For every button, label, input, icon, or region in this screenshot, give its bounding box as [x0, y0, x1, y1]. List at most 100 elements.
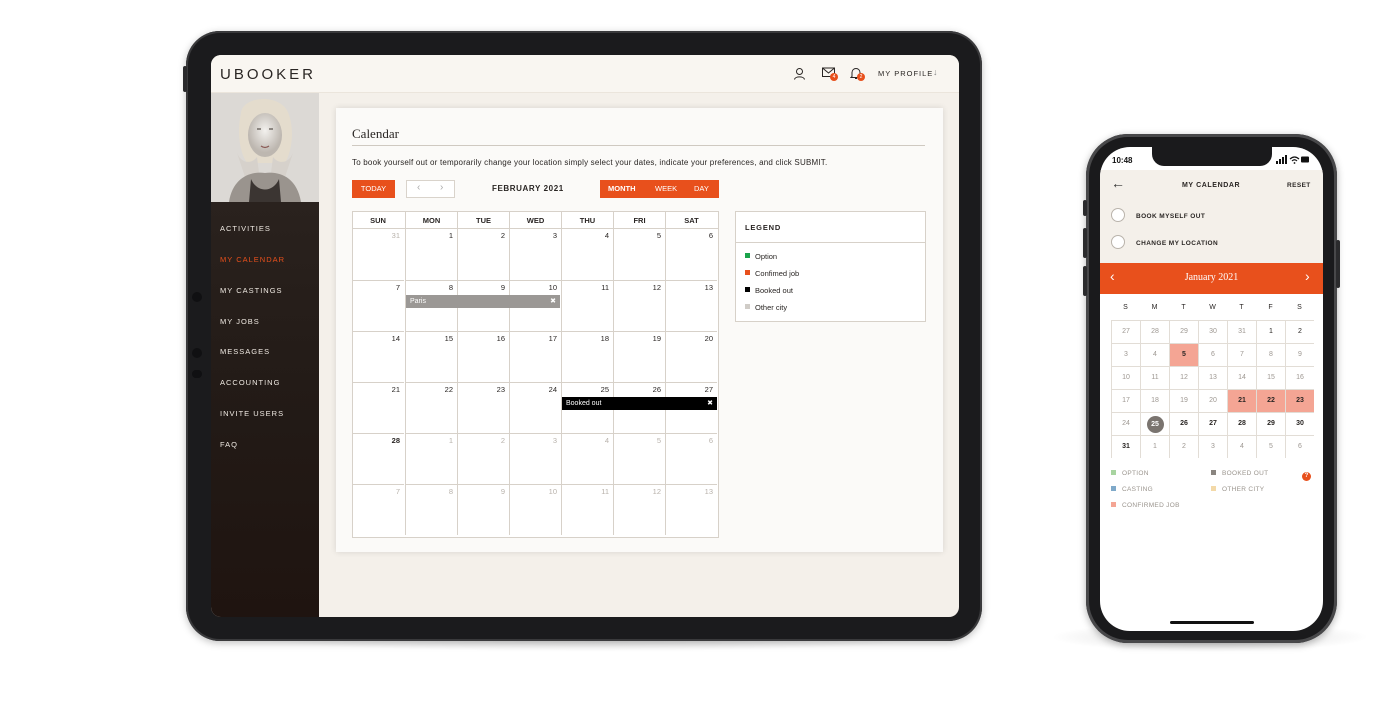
event-paris[interactable]: Paris ✖	[406, 295, 560, 308]
phone-day-cell[interactable]: 28	[1140, 320, 1169, 343]
phone-day-cell[interactable]: 2	[1169, 435, 1198, 458]
calendar-day-cell[interactable]: 7	[352, 280, 404, 331]
phone-day-cell[interactable]: 23	[1285, 389, 1314, 412]
phone-day-cell[interactable]: 27	[1198, 412, 1227, 435]
calendar-day-cell[interactable]: 2	[457, 229, 509, 280]
calendar-day-cell[interactable]: 21	[352, 382, 404, 433]
calendar-day-cell[interactable]: 4	[561, 229, 613, 280]
arrow-down-icon[interactable]: ↓	[933, 67, 938, 77]
calendar-day-cell[interactable]: 20	[665, 331, 717, 382]
brand-logo[interactable]: UBOOKER	[220, 66, 316, 83]
calendar-day-cell[interactable]: 2	[457, 433, 509, 484]
phone-day-cell[interactable]: 2	[1285, 320, 1314, 343]
user-icon[interactable]	[792, 67, 806, 81]
sidebar-item-my-calendar[interactable]: MY CALENDAR	[220, 255, 285, 264]
phone-prev-month[interactable]: ‹	[1110, 268, 1115, 284]
calendar-day-cell[interactable]: 13	[665, 280, 717, 331]
calendar-day-cell[interactable]: 5	[613, 433, 665, 484]
phone-day-cell[interactable]: 21	[1227, 389, 1256, 412]
calendar-day-cell[interactable]: 1	[405, 433, 457, 484]
book-myself-out-label[interactable]: BOOK MYSELF OUT	[1136, 213, 1205, 220]
phone-day-cell[interactable]: 6	[1198, 343, 1227, 366]
book-myself-out-radio[interactable]	[1111, 208, 1125, 222]
next-month-button[interactable]: ›	[440, 182, 443, 193]
calendar-day-cell[interactable]: 23	[457, 382, 509, 433]
calendar-day-cell[interactable]: 3	[509, 229, 561, 280]
calendar-day-cell[interactable]: 12	[613, 280, 665, 331]
phone-day-cell[interactable]: 4	[1227, 435, 1256, 458]
phone-day-cell[interactable]: 30	[1198, 320, 1227, 343]
phone-day-cell[interactable]: 20	[1198, 389, 1227, 412]
phone-day-cell[interactable]: 26	[1169, 412, 1198, 435]
back-arrow-icon[interactable]: ←	[1111, 175, 1125, 191]
phone-day-cell[interactable]: 29	[1169, 320, 1198, 343]
view-day-button[interactable]: DAY	[694, 180, 709, 198]
sidebar-item-invite-users[interactable]: INVITE USERS	[220, 409, 284, 418]
phone-day-cell[interactable]: 15	[1256, 366, 1285, 389]
calendar-day-cell[interactable]: 13	[665, 484, 717, 535]
change-location-label[interactable]: CHANGE MY LOCATION	[1136, 240, 1218, 247]
phone-day-cell[interactable]: 3	[1198, 435, 1227, 458]
sidebar-item-messages[interactable]: MESSAGES	[220, 347, 270, 356]
phone-day-cell[interactable]: 30	[1285, 412, 1314, 435]
phone-day-cell[interactable]: 1	[1256, 320, 1285, 343]
phone-day-cell[interactable]: 14	[1227, 366, 1256, 389]
calendar-day-cell[interactable]: 1	[405, 229, 457, 280]
calendar-day-cell[interactable]: 28	[352, 433, 404, 484]
close-icon[interactable]: ✖	[707, 397, 713, 410]
phone-day-cell[interactable]: 29	[1256, 412, 1285, 435]
sidebar-item-faq[interactable]: FAQ	[220, 440, 238, 449]
calendar-day-cell[interactable]: 6	[665, 433, 717, 484]
calendar-day-cell[interactable]: 7	[352, 484, 404, 535]
calendar-day-cell[interactable]: 22	[405, 382, 457, 433]
calendar-day-cell[interactable]: 17	[509, 331, 561, 382]
help-badge[interactable]: ?	[1302, 472, 1311, 481]
phone-day-cell[interactable]: 16	[1285, 366, 1314, 389]
calendar-day-cell[interactable]: 19	[613, 331, 665, 382]
calendar-day-cell[interactable]: 6	[665, 229, 717, 280]
my-profile-link[interactable]: MY PROFILE	[878, 69, 933, 78]
calendar-day-cell[interactable]: 31	[352, 229, 404, 280]
calendar-day-cell[interactable]: 18	[561, 331, 613, 382]
phone-day-cell[interactable]: 9	[1285, 343, 1314, 366]
phone-day-cell[interactable]: 12	[1169, 366, 1198, 389]
phone-day-cell[interactable]: 31	[1111, 435, 1140, 458]
calendar-day-cell[interactable]: 12	[613, 484, 665, 535]
calendar-day-cell[interactable]: 11	[561, 484, 613, 535]
phone-next-month[interactable]: ›	[1305, 268, 1310, 284]
sidebar-item-activities[interactable]: ACTIVITIES	[220, 224, 271, 233]
phone-day-cell[interactable]: 31	[1227, 320, 1256, 343]
phone-day-cell[interactable]: 28	[1227, 412, 1256, 435]
phone-day-cell[interactable]: 18	[1140, 389, 1169, 412]
reset-button[interactable]: RESET	[1287, 182, 1311, 189]
calendar-day-cell[interactable]: 9	[457, 484, 509, 535]
phone-day-cell[interactable]: 6	[1285, 435, 1314, 458]
calendar-day-cell[interactable]: 14	[352, 331, 404, 382]
phone-day-cell[interactable]: 22	[1256, 389, 1285, 412]
calendar-day-cell[interactable]: 5	[613, 229, 665, 280]
phone-day-cell[interactable]: 4	[1140, 343, 1169, 366]
change-location-radio[interactable]	[1111, 235, 1125, 249]
phone-day-cell[interactable]: 13	[1198, 366, 1227, 389]
calendar-day-cell[interactable]: 8	[405, 484, 457, 535]
sidebar-item-my-jobs[interactable]: MY JOBS	[220, 317, 260, 326]
view-month-button[interactable]: MONTH	[608, 180, 636, 198]
calendar-day-cell[interactable]: 15	[405, 331, 457, 382]
calendar-day-cell[interactable]: 11	[561, 280, 613, 331]
phone-day-cell[interactable]: 8	[1256, 343, 1285, 366]
event-booked-out[interactable]: Booked out ✖	[562, 397, 717, 410]
phone-day-cell[interactable]: 1	[1140, 435, 1169, 458]
phone-day-cell[interactable]: 19	[1169, 389, 1198, 412]
sidebar-item-accounting[interactable]: ACCOUNTING	[220, 378, 280, 387]
prev-month-button[interactable]: ‹	[417, 182, 420, 193]
phone-day-cell[interactable]: 11	[1140, 366, 1169, 389]
phone-day-cell[interactable]: 10	[1111, 366, 1140, 389]
today-button[interactable]: TODAY	[352, 180, 395, 198]
calendar-day-cell[interactable]: 24	[509, 382, 561, 433]
phone-day-cell[interactable]: 3	[1111, 343, 1140, 366]
close-icon[interactable]: ✖	[550, 295, 556, 308]
view-week-button[interactable]: WEEK	[655, 180, 677, 198]
phone-day-cell[interactable]: 25	[1140, 412, 1169, 435]
sidebar-item-my-castings[interactable]: MY CASTINGS	[220, 286, 283, 295]
phone-day-cell[interactable]: 24	[1111, 412, 1140, 435]
